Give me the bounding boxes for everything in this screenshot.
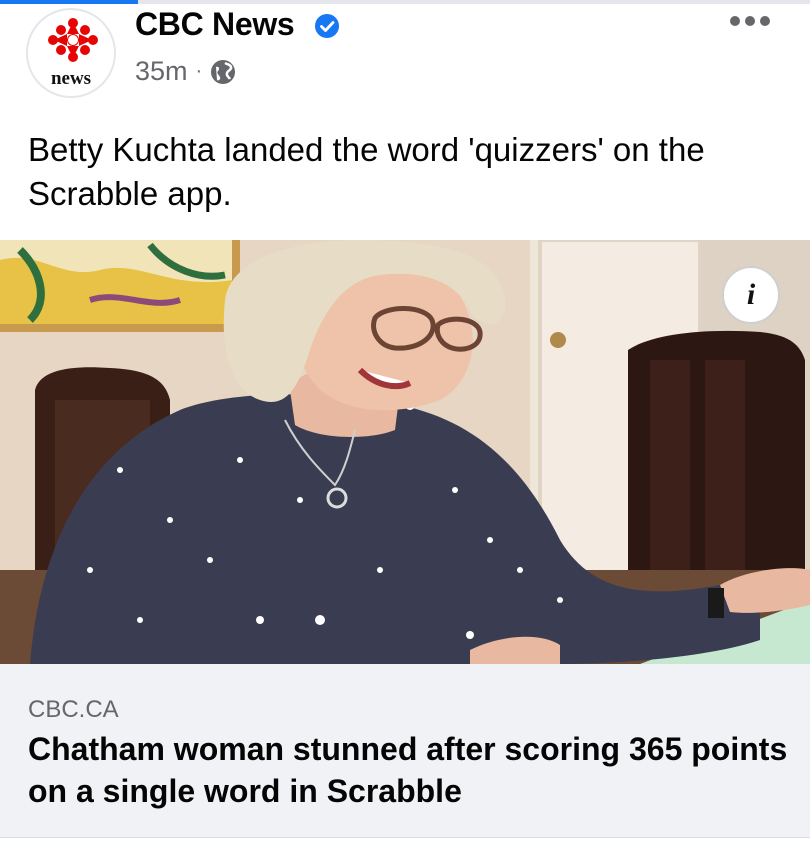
post-meta: 35m · <box>135 56 236 87</box>
post-timestamp[interactable]: 35m <box>135 56 188 87</box>
post-caption: Betty Kuchta landed the word 'quizzers' … <box>28 131 705 212</box>
link-preview-image[interactable]: i <box>0 240 810 664</box>
post-header: news CBC News 35m · <box>0 0 810 110</box>
more-dot-icon <box>745 16 755 26</box>
more-options-button[interactable] <box>728 8 772 34</box>
link-preview-card[interactable]: CBC.CA Chatham woman stunned after scori… <box>0 664 810 838</box>
page-avatar[interactable]: news <box>26 8 116 98</box>
page-name-link[interactable]: CBC News <box>135 6 295 43</box>
more-dot-icon <box>760 16 770 26</box>
info-button[interactable]: i <box>722 266 780 324</box>
link-headline[interactable]: Chatham woman stunned after scoring 365 … <box>28 728 788 812</box>
verified-badge-icon <box>315 14 339 38</box>
globe-icon[interactable] <box>210 59 236 85</box>
photo-illustration <box>0 240 810 664</box>
more-dot-icon <box>730 16 740 26</box>
avatar-wordmark: news <box>50 68 92 89</box>
meta-separator: · <box>195 60 203 82</box>
link-domain: CBC.CA <box>28 696 119 723</box>
